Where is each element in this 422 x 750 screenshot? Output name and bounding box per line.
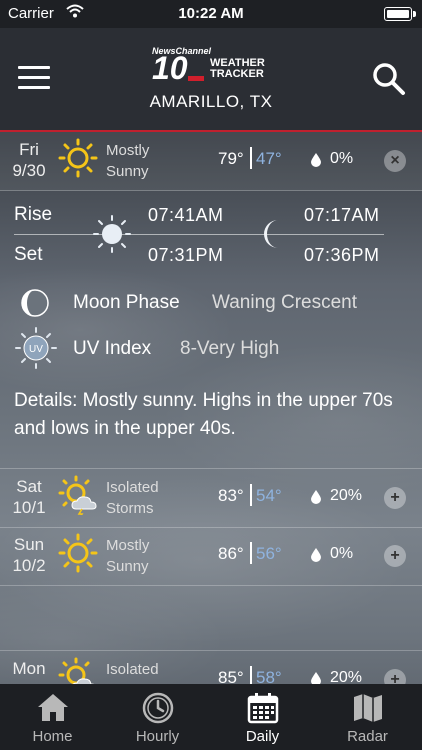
low-temp: 47° bbox=[256, 149, 282, 168]
expand-button[interactable]: + bbox=[384, 545, 406, 567]
tab-label: Daily bbox=[245, 728, 280, 745]
moon-icon bbox=[264, 220, 278, 248]
sun-icon bbox=[58, 533, 98, 573]
tab-label: Radar bbox=[347, 728, 388, 745]
temp-divider bbox=[250, 147, 252, 169]
tab-radar[interactable]: Radar bbox=[315, 684, 420, 750]
status-bar: Carrier 10:22 AM bbox=[0, 0, 422, 28]
sunrise-time: 07:41AM bbox=[148, 205, 224, 225]
temp-divider bbox=[250, 484, 252, 506]
day-name: Sat bbox=[16, 477, 42, 496]
high-temp: 86° bbox=[218, 544, 244, 563]
tab-label: Home bbox=[32, 728, 73, 745]
low-temp: 54° bbox=[256, 486, 282, 505]
set-label: Set bbox=[14, 244, 43, 265]
tab-label: Hourly bbox=[135, 728, 180, 745]
expand-button[interactable]: + bbox=[384, 487, 406, 509]
temp-divider bbox=[250, 542, 252, 564]
divider bbox=[14, 234, 384, 235]
day-name: Fri bbox=[19, 140, 39, 159]
menu-icon[interactable] bbox=[18, 66, 50, 90]
map-icon bbox=[354, 694, 382, 722]
collapse-button[interactable]: × bbox=[384, 150, 406, 172]
forecast-row[interactable]: Sun 10/2 Mostly Sunny 86° 56° 0% + bbox=[0, 527, 422, 586]
forecast-details-text: Details: Mostly sunny. Highs in the uppe… bbox=[14, 390, 393, 439]
condition-text: Isolated bbox=[106, 661, 159, 678]
condition-text: Sunny bbox=[106, 558, 149, 575]
raindrop-icon bbox=[311, 548, 321, 562]
tab-home[interactable]: Home bbox=[0, 684, 105, 750]
raindrop-icon bbox=[311, 153, 321, 167]
day-date: 9/30 bbox=[12, 161, 46, 180]
sun-storm-icon bbox=[58, 475, 97, 515]
sunrise-sunset-icon bbox=[93, 215, 131, 253]
day-date: 10/2 bbox=[12, 556, 46, 575]
clock-icon bbox=[142, 692, 174, 724]
high-temp: 83° bbox=[218, 486, 244, 505]
uv-index-icon: UV bbox=[15, 327, 57, 369]
battery-icon bbox=[384, 7, 416, 21]
calendar-icon bbox=[247, 693, 279, 724]
high-temp: 79° bbox=[218, 149, 244, 168]
raindrop-icon bbox=[311, 490, 321, 504]
day-name: Sun bbox=[13, 535, 45, 554]
svg-text:UV: UV bbox=[29, 344, 43, 355]
sunset-time: 07:31PM bbox=[148, 245, 224, 265]
sun-icon bbox=[58, 138, 98, 178]
station-logo: NewsChannel 10 WEATHER TRACKER bbox=[152, 46, 265, 86]
condition-text: Isolated bbox=[106, 479, 159, 496]
moonset-time: 07:36PM bbox=[304, 245, 380, 265]
condition-text: Storms bbox=[106, 500, 154, 517]
condition-text: Sunny bbox=[106, 163, 149, 180]
moon-phase-icon bbox=[21, 289, 49, 317]
forecast-row[interactable]: Fri 9/30 Mostly Sunny 79° 47° 0% × bbox=[0, 132, 422, 191]
low-temp: 56° bbox=[256, 544, 282, 563]
day-date: 10/1 bbox=[12, 498, 46, 517]
condition-text: Mostly bbox=[106, 142, 150, 159]
forecast-row[interactable]: Sat 10/1 Isolated Storms 83° 54° 20% + bbox=[0, 468, 422, 528]
uv-index-label: UV Index bbox=[73, 338, 152, 359]
condition-text: Mostly bbox=[106, 537, 150, 554]
moon-phase-value: Waning Crescent bbox=[212, 292, 358, 313]
moonrise-time: 07:17AM bbox=[304, 205, 380, 225]
rise-label: Rise bbox=[14, 204, 53, 225]
precip-chance: 0% bbox=[330, 150, 354, 167]
precip-chance: 20% bbox=[330, 487, 363, 504]
precip-chance: 0% bbox=[330, 545, 354, 562]
clock: 10:22 AM bbox=[178, 5, 244, 22]
moon-phase-label: Moon Phase bbox=[73, 292, 180, 313]
day-name: Mon bbox=[12, 659, 46, 678]
tab-daily[interactable]: Daily bbox=[210, 684, 315, 750]
search-icon[interactable] bbox=[372, 62, 406, 96]
location-title: AMARILLO, TX bbox=[149, 92, 273, 111]
home-icon bbox=[38, 694, 68, 721]
tab-hourly[interactable]: Hourly bbox=[105, 684, 210, 750]
uv-index-value: 8-Very High bbox=[180, 338, 280, 359]
tab-bar: Home Hourly Daily Radar bbox=[0, 684, 422, 750]
app-header: NewsChannel 10 WEATHER TRACKER AMARILLO,… bbox=[0, 28, 422, 132]
